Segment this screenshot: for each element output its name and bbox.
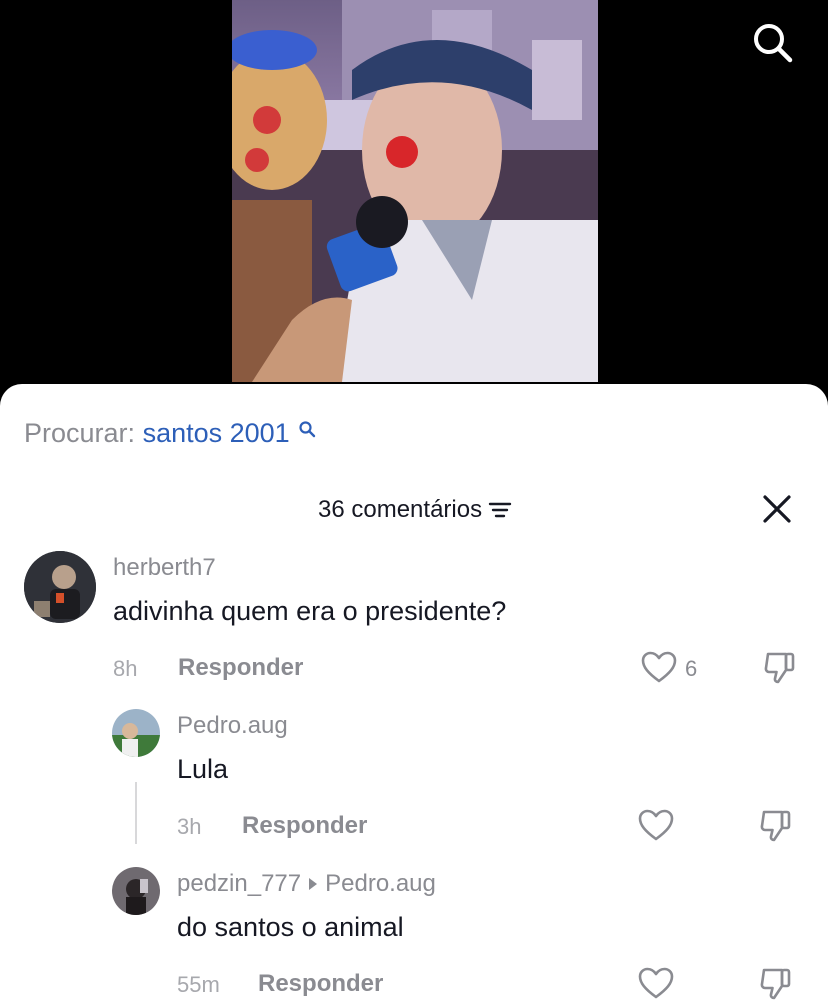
heart-icon[interactable] xyxy=(637,808,675,842)
comment-username-line: pedzin_777 Pedro.aug xyxy=(177,870,436,898)
reply-arrow-icon xyxy=(309,877,318,890)
reply-button[interactable]: Responder xyxy=(242,812,367,840)
avatar-image xyxy=(112,709,160,757)
avatar[interactable] xyxy=(112,709,160,757)
avatar[interactable] xyxy=(112,867,160,915)
comment-text: do santos o animal xyxy=(177,912,404,942)
search-suggestion-term: santos 2001 xyxy=(142,418,290,448)
search-suggestion-prefix: Procurar: xyxy=(24,418,136,448)
reply-button[interactable]: Responder xyxy=(178,654,303,682)
thread-line xyxy=(135,782,137,844)
comment-username[interactable]: Pedro.aug xyxy=(177,712,288,740)
comment-text: adivinha quem era o presidente? xyxy=(113,596,507,626)
close-icon[interactable] xyxy=(760,492,794,526)
like-count: 6 xyxy=(685,656,698,681)
search-suggestion-link[interactable]: Procurar: santos 2001 xyxy=(24,418,316,449)
comment-count-sort-button[interactable]: 36 comentários xyxy=(318,496,512,524)
reply-button[interactable]: Responder xyxy=(258,970,383,998)
comment-time: 3h xyxy=(177,814,202,839)
avatar-image xyxy=(112,867,160,915)
thumbs-down-icon[interactable] xyxy=(758,808,794,844)
search-icon xyxy=(299,421,316,438)
comment-time: 55m xyxy=(177,972,220,997)
avatar[interactable] xyxy=(24,551,96,623)
reply-to-username[interactable]: Pedro.aug xyxy=(325,870,436,897)
comment-count-label: 36 comentários xyxy=(318,496,483,523)
comment-username[interactable]: pedzin_777 xyxy=(177,870,301,897)
thumbs-down-icon[interactable] xyxy=(762,650,798,686)
comment-time: 8h xyxy=(113,656,138,681)
comments-header: 36 comentários xyxy=(0,492,828,528)
thumbs-down-icon[interactable] xyxy=(758,966,794,1002)
comments-sheet: Procurar: santos 2001 36 comentários her… xyxy=(0,384,828,1005)
comment-username[interactable]: herberth7 xyxy=(113,554,216,582)
video-player[interactable] xyxy=(0,0,828,400)
search-icon[interactable] xyxy=(748,18,796,66)
heart-icon[interactable] xyxy=(640,650,678,684)
comment-text: Lula xyxy=(177,754,229,784)
video-thumbnail-image xyxy=(232,0,598,382)
sort-icon xyxy=(488,502,512,518)
avatar-image xyxy=(24,551,96,623)
heart-icon[interactable] xyxy=(637,966,675,1000)
video-frame[interactable] xyxy=(232,0,598,382)
